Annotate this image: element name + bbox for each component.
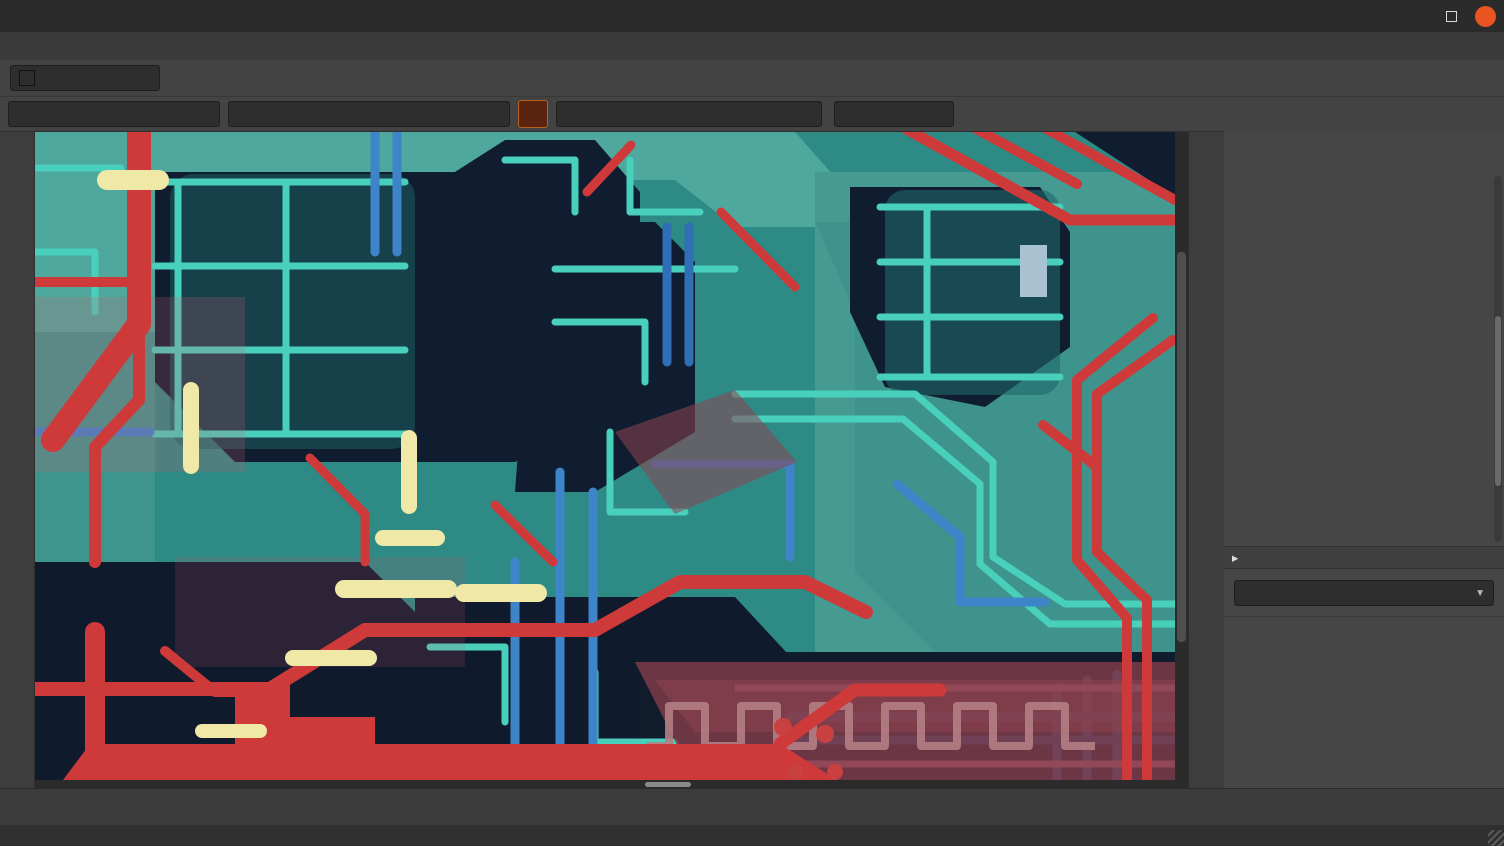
chevron-down-icon: ▼ [1475,588,1485,599]
vscroll-handle[interactable] [1177,252,1186,642]
horizontal-scrollbar[interactable] [35,780,1175,788]
layer-selector-dropdown[interactable] [10,65,160,91]
grid-size-dropdown[interactable] [556,101,822,127]
via-size-button[interactable] [518,100,548,128]
title-bar [0,0,1504,32]
left-toolbar [0,132,35,788]
appearance-tabs [1224,138,1504,168]
minimize-button[interactable] [1407,6,1427,26]
close-button[interactable] [1475,6,1496,27]
main-toolbar [0,60,1504,97]
presets-dropdown[interactable]: ▼ [1234,580,1494,606]
pcb-canvas[interactable] [35,132,1175,780]
main-area: ▸ ▼ [0,132,1504,788]
appearance-title [1224,130,1504,138]
layer-display-options[interactable]: ▸ [1224,546,1504,569]
secondary-toolbar [0,97,1504,132]
layer-swatch [19,70,35,86]
expand-arrow-icon: ▸ [1232,550,1238,565]
maximize-button[interactable] [1441,6,1461,26]
via-size-dropdown[interactable] [228,101,510,127]
resize-grip[interactable] [1488,830,1504,846]
zoom-level-dropdown[interactable] [834,101,954,127]
vertical-scrollbar[interactable] [1175,132,1188,788]
selection-filter-grid [1224,627,1504,631]
layer-list [1224,172,1504,546]
menu-bar [0,32,1504,60]
hscroll-handle[interactable] [645,782,691,787]
right-toolbar [1188,132,1224,788]
pcb-editor-window: ▸ ▼ [0,0,1504,846]
coordinate-status-bar [0,825,1504,846]
board-stats-bar [0,788,1504,825]
appearance-panel: ▸ ▼ [1224,130,1504,788]
layer-list-scrollbar[interactable] [1494,176,1502,542]
selection-filter-title [1224,617,1504,627]
layer-scroll-handle[interactable] [1495,316,1501,486]
track-width-dropdown[interactable] [8,101,220,127]
